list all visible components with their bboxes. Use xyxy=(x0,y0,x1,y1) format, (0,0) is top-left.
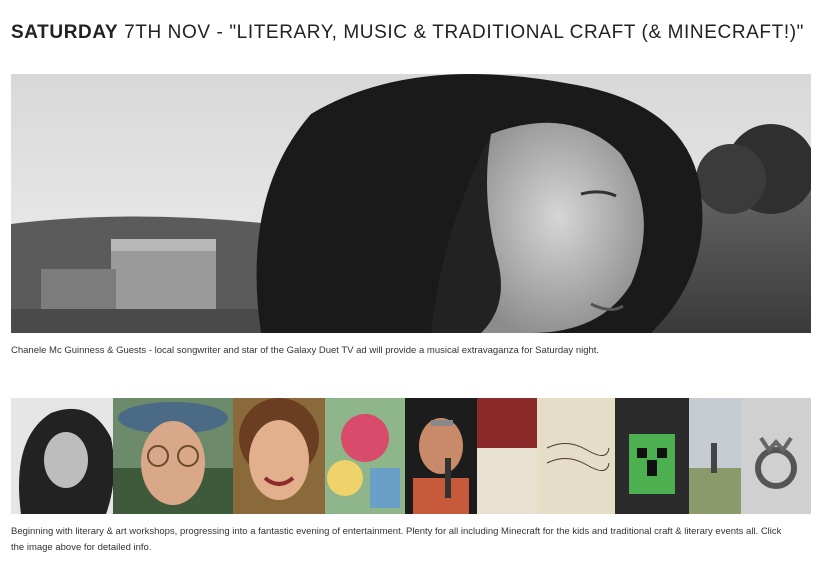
hero-caption: Chanele Mc Guinness & Guests - local son… xyxy=(11,345,600,356)
collage-minecraft-creeper xyxy=(615,398,689,514)
page-title: SATURDAY 7TH NOV - "LITERARY, MUSIC & TR… xyxy=(11,22,804,44)
title-day: SATURDAY xyxy=(11,22,119,43)
collage-speaker-microphone xyxy=(405,398,477,514)
collage-silver-ring xyxy=(741,398,811,514)
collage-handwritten-letter xyxy=(537,398,615,514)
event-collage-link[interactable] xyxy=(11,398,811,514)
collage-craft-workshop xyxy=(477,398,537,514)
collage-caption: Beginning with literary & art workshops,… xyxy=(11,526,782,553)
collage-portrait-singer xyxy=(11,398,113,514)
collage-landscape-figure xyxy=(689,398,741,514)
collage-portrait-hat-man xyxy=(113,398,233,514)
collage-portrait-smiling-woman xyxy=(233,398,325,514)
title-event: 7TH NOV - "LITERARY, MUSIC & TRADITIONAL… xyxy=(118,22,804,43)
hero-photo xyxy=(11,74,811,333)
collage-artwork-illustration xyxy=(325,398,405,514)
